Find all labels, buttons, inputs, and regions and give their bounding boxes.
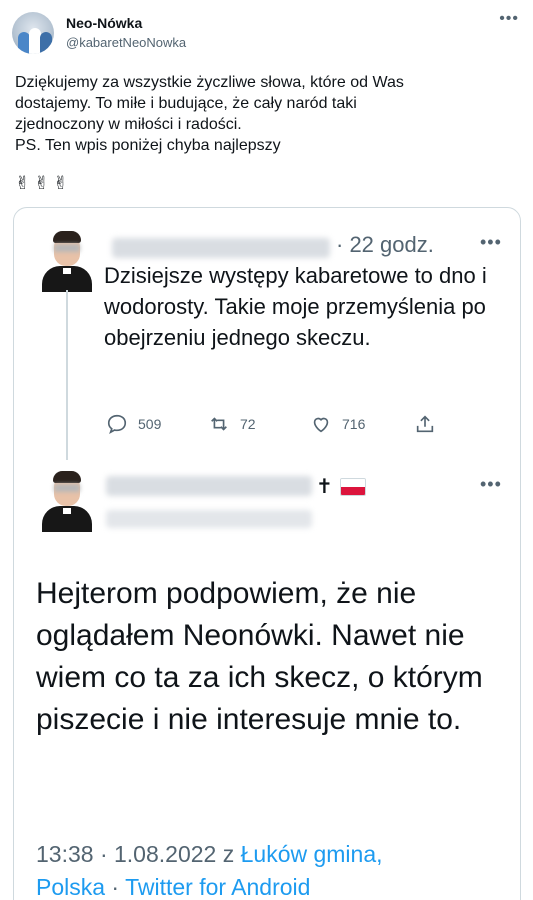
location-link-country: Polska xyxy=(36,874,106,900)
more-options-icon: ••• xyxy=(480,232,502,252)
retweet-icon xyxy=(211,417,227,431)
heart-icon xyxy=(313,417,329,433)
tweet-page: Neo-Nówka @kabaretNeoNowka ••• Dziękujem… xyxy=(0,0,533,900)
retweet-count: 72 xyxy=(240,416,256,432)
retweet-action: 72 xyxy=(208,413,256,435)
like-action: 716 xyxy=(310,413,365,435)
cross-icon: ✝ xyxy=(316,476,333,498)
reply-action: 509 xyxy=(106,413,161,435)
reply1-avatar xyxy=(40,230,94,292)
profile-avatar[interactable] xyxy=(12,12,54,54)
victory-hand-emojis: ✌✌✌ xyxy=(15,173,73,193)
tweet-text-line: zjednoczony w miłości i radości. xyxy=(15,116,242,133)
meta-separator: · xyxy=(105,874,126,900)
share-action xyxy=(414,413,436,435)
tweet-text-line: PS. Ten wpis poniżej chyba najlepszy xyxy=(15,137,281,154)
tweet-text-line: dostajemy. To miłe i budujące, że cały n… xyxy=(15,95,357,112)
user-handle[interactable]: @kabaretNeoNowka xyxy=(66,35,186,50)
tweet-text: Dziękujemy za wszystkie życzliwe słowa, … xyxy=(15,72,525,156)
blurred-username xyxy=(106,476,312,496)
attached-screenshot[interactable]: · 22 godz. ••• Dzisiejsze występy kabare… xyxy=(13,207,521,900)
comment-icon xyxy=(107,414,127,434)
reply1-timestamp: · 22 godz. xyxy=(336,232,434,257)
reply2-avatar xyxy=(40,470,94,532)
reply2-text: Hejterom podpowiem, że nie oglądałem Neo… xyxy=(36,577,483,736)
reply1-text: Dzisiejsze występy kabaretowe to dno i w… xyxy=(104,263,487,350)
reply1-action-bar: 509 72 716 xyxy=(106,413,436,437)
display-name[interactable]: Neo-Nówka xyxy=(66,15,142,31)
thread-connector-line xyxy=(66,290,68,460)
more-options-icon: ••• xyxy=(480,474,502,494)
poland-flag-icon xyxy=(340,478,366,496)
share-icon xyxy=(416,415,434,433)
tweet-text-line: Dziękujemy za wszystkie życzliwe słowa, … xyxy=(15,74,404,91)
blurred-username xyxy=(112,238,330,258)
blurred-handle xyxy=(106,510,312,528)
location-link: Łuków gmina, xyxy=(240,841,383,867)
source-link: Twitter for Android xyxy=(125,874,311,900)
more-options-icon[interactable]: ••• xyxy=(499,11,519,27)
reply2-timestamp: 13:38 · 1.08.2022 z xyxy=(36,841,241,867)
reply-count: 509 xyxy=(138,416,162,432)
like-count: 716 xyxy=(342,416,366,432)
reply2-meta: 13:38 · 1.08.2022 z Łuków gmina, Polska … xyxy=(36,838,511,900)
